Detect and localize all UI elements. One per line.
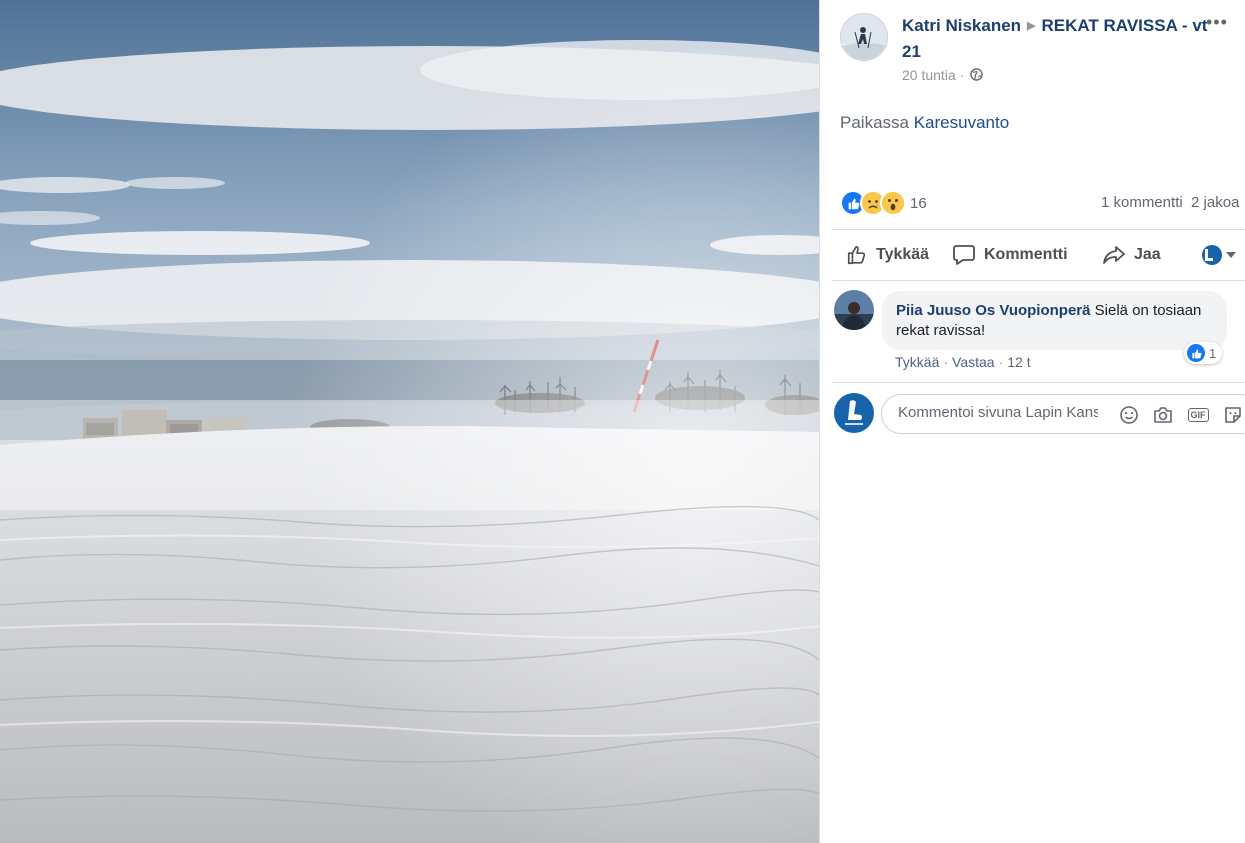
like-button-label: Tykkää [876, 246, 930, 263]
comment-composer[interactable]: GIF [881, 394, 1245, 434]
camera-icon[interactable] [1152, 404, 1174, 426]
page-avatar[interactable] [834, 393, 874, 433]
caret-down-icon [1226, 252, 1236, 258]
comment-time-link[interactable]: 12 t [1007, 354, 1030, 370]
post-side-panel: Katri Niskanen ▶ REKAT RAVISSA - vt 21 •••… [819, 0, 1245, 843]
more-dots-icon[interactable]: ••• [1206, 12, 1228, 33]
page-logo-icon [845, 400, 863, 425]
comment-like-count: 1 [1209, 345, 1217, 361]
divider [832, 280, 1245, 281]
author-name-link[interactable]: Katri Niskanen [902, 16, 1021, 35]
speech-bubble-icon [953, 245, 975, 265]
commenter-avatar[interactable] [834, 290, 874, 330]
share-button-label: Jaa [1134, 246, 1161, 263]
avatar-skier-image [841, 14, 887, 60]
author-avatar[interactable] [840, 13, 888, 61]
gif-icon[interactable]: GIF [1187, 404, 1209, 426]
location-link[interactable]: Karesuvanto [914, 113, 1009, 132]
comment-like-link[interactable]: Tykkää [895, 354, 939, 370]
comment-button-label: Kommentti [984, 246, 1068, 263]
globe-icon[interactable] [970, 68, 983, 84]
post-time-link[interactable]: 20 tuntia [902, 67, 956, 83]
share-arrow-icon [1103, 246, 1125, 264]
page-identity-selector[interactable] [1202, 236, 1244, 274]
post-meta: 20 tuntia · [902, 67, 983, 84]
snowstorm-photo [0, 0, 819, 843]
comment-input[interactable] [898, 404, 1098, 421]
separator: · [943, 354, 949, 370]
comments-count-link[interactable]: 1 kommentti [1101, 194, 1183, 211]
sticker-icon[interactable] [1222, 404, 1244, 426]
post-header: Katri Niskanen ▶ REKAT RAVISSA - vt 21 [902, 14, 1222, 64]
separator: · [998, 354, 1004, 370]
emoji-icon[interactable] [1118, 404, 1140, 426]
comment-reply-link[interactable]: Vastaa [952, 354, 995, 370]
post-photo[interactable] [0, 0, 819, 843]
thumbs-up-icon [847, 245, 866, 265]
location-prefix: Paikassa [840, 113, 909, 132]
post-stats: 1 kommentti 2 jakoa [1101, 194, 1239, 211]
comment-actions: Tykkää · Vastaa · 12 t [895, 354, 1031, 370]
like-reaction-icon [1187, 344, 1205, 362]
divider [832, 382, 1245, 383]
triangle-right-icon: ▶ [1027, 20, 1036, 32]
divider [832, 229, 1245, 230]
shares-count-link[interactable]: 2 jakoa [1191, 194, 1239, 211]
page-logo-icon [1202, 245, 1222, 265]
meta-separator: · [959, 67, 965, 83]
reaction-count[interactable]: 16 [910, 195, 927, 212]
wow-reaction-icon [880, 190, 906, 216]
location-line: Paikassa Karesuvanto [840, 113, 1009, 133]
like-button[interactable]: Tykkää [846, 236, 929, 274]
share-button[interactable]: Jaa [1102, 236, 1161, 274]
comment-bubble: Piia Juuso Os Vuopionperä Sielä on tosia… [882, 291, 1227, 350]
comment-like-badge[interactable]: 1 [1184, 342, 1223, 364]
reactions-summary[interactable]: 16 [840, 190, 927, 216]
commenter-avatar-image [834, 290, 874, 330]
post-action-bar: Tykkää Kommentti Jaa [832, 236, 1245, 274]
comment-button[interactable]: Kommentti [952, 236, 1068, 274]
commenter-name-link[interactable]: Piia Juuso Os Vuopionperä [896, 302, 1090, 319]
